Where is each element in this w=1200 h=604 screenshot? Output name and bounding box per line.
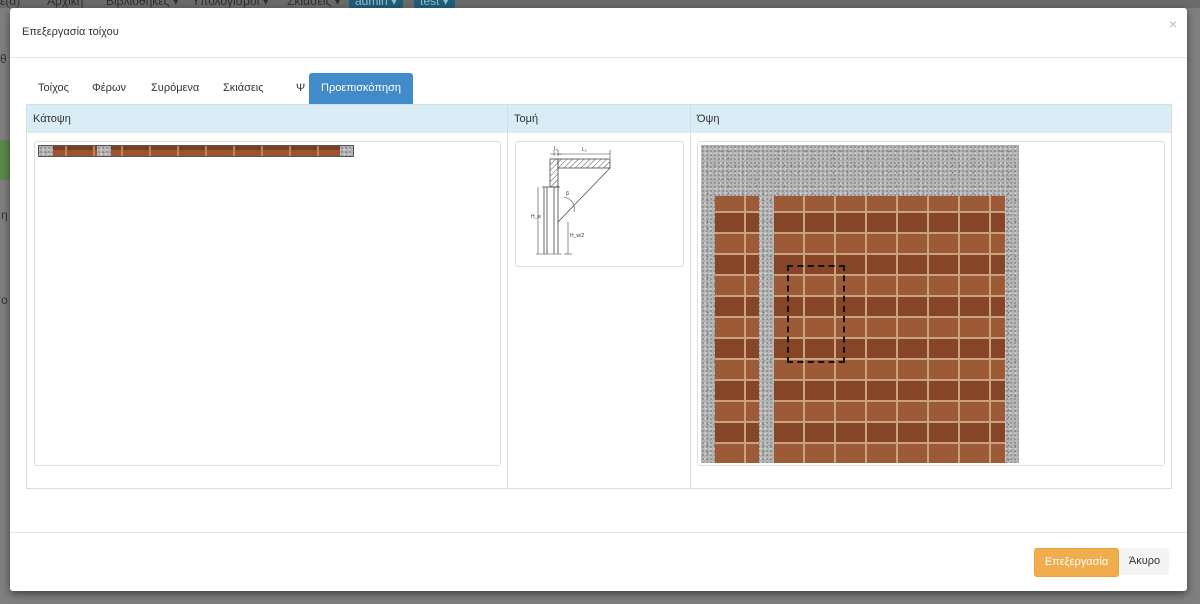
section-drawing: L₁ L₂ β H_w H_w/2 (531, 146, 611, 255)
bg-nav-libraries: Βιβλιοθήκες ▾ (106, 0, 179, 8)
bg-nav-calculations: Υπολογισμοί ▾ (192, 0, 269, 8)
bg-left-text-1: θ (0, 52, 7, 66)
elevation-plaster (701, 145, 1019, 463)
column-divider (690, 133, 691, 488)
plan-preview-box (34, 141, 501, 466)
plan-plaster-end (39, 146, 53, 156)
cancel-button[interactable]: Άκυρο (1120, 548, 1169, 575)
section-label-l1: L₁ (554, 146, 559, 152)
tab-sliding[interactable]: Συρόμενα (139, 73, 211, 103)
close-icon[interactable]: × (1169, 16, 1177, 32)
col-header-section: Τομή (508, 105, 691, 133)
bg-nav-home: Αρχική (47, 0, 84, 8)
section-preview-box: L₁ L₂ β H_w H_w/2 (515, 141, 684, 267)
bg-left-text-3: ο (1, 293, 8, 307)
plan-plaster-end (340, 146, 353, 156)
bg-nav-test: test ▾ (414, 0, 455, 8)
tab-preview[interactable]: Προεπισκόπηση (309, 73, 413, 104)
edit-button[interactable]: Επεξεργασία (1034, 548, 1119, 577)
modal-header: Επεξεργασία τοίχου × (10, 8, 1187, 58)
elevation-preview-box (697, 141, 1165, 466)
bg-brand: ε(α) (0, 0, 21, 8)
edit-wall-modal: Επεξεργασία τοίχου × Τοίχος Φέρων Συρόμε… (10, 8, 1187, 591)
background-navbar: ε(α) Αρχική Βιβλιοθήκες ▾ Υπολογισμοί ▾ … (0, 0, 1200, 8)
tab-wall[interactable]: Τοίχος (26, 73, 81, 103)
tab-bearing[interactable]: Φέρων (80, 73, 138, 103)
section-label-beta: β (566, 191, 569, 197)
elevation-brick-pier (715, 196, 759, 463)
bg-nav-admin: admin ▾ (349, 0, 404, 8)
section-label-hw: H_w (531, 214, 541, 220)
tab-bar: Τοίχος Φέρων Συρόμενα Σκιάσεις Ψ Προεπισ… (26, 73, 1170, 105)
elevation-brick-wall (774, 196, 1005, 463)
column-divider (507, 133, 508, 488)
section-label-l2: L₂ (582, 147, 587, 153)
elevation-opening-outline (787, 265, 845, 363)
plan-wall-strip (38, 145, 354, 157)
bg-nav-shading: Σκιάσεις ▾ (287, 0, 341, 8)
col-header-elevation: Όψη (691, 105, 1171, 133)
plan-plaster-gap (97, 146, 111, 156)
section-label-hw2: H_w/2 (570, 233, 584, 239)
modal-title: Επεξεργασία τοίχου (22, 26, 119, 38)
tab-shading[interactable]: Σκιάσεις (211, 73, 276, 103)
bg-left-text-2: η (1, 208, 8, 222)
modal-footer: Επεξεργασία Άκυρο (10, 532, 1187, 592)
background-green-strip (0, 140, 10, 180)
preview-table: Κάτοψη Τομή Όψη L₁ L₂ β H_w H_w/2 (26, 104, 1172, 489)
col-header-plan: Κάτοψη (27, 105, 508, 133)
